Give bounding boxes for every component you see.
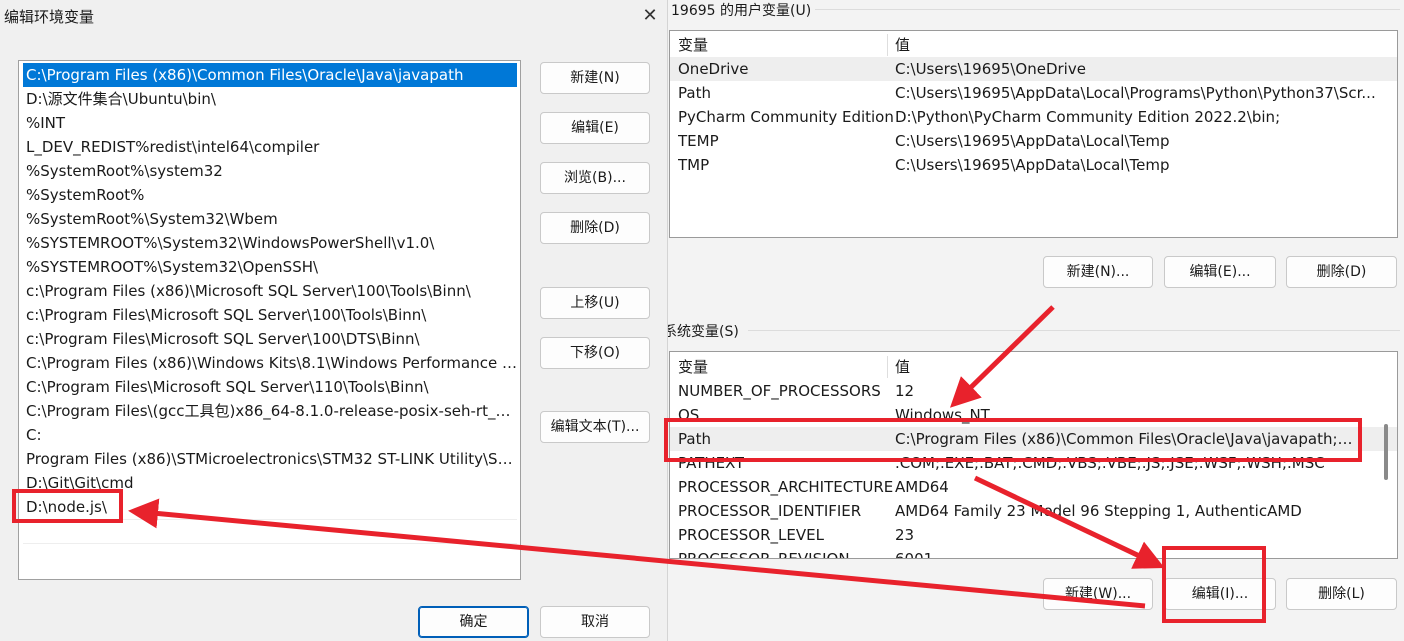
- close-icon[interactable]: ✕: [636, 2, 664, 30]
- system-vars-group-line: [748, 330, 1400, 331]
- col-value-header[interactable]: 值: [895, 355, 910, 379]
- list-item[interactable]: %SYSTEMROOT%\System32\OpenSSH\: [23, 255, 517, 279]
- delete-path-button[interactable]: 删除(D): [540, 212, 650, 244]
- col-name-header[interactable]: 变量: [678, 355, 708, 379]
- list-item[interactable]: %SYSTEMROOT%\System32\WindowsPowerShell\…: [23, 231, 517, 255]
- list-item[interactable]: c:\Program Files (x86)\Microsoft SQL Ser…: [23, 279, 517, 303]
- move-up-button[interactable]: 上移(U): [540, 287, 650, 319]
- list-item[interactable]: C:\Program Files (x86)\Common Files\Orac…: [23, 63, 517, 87]
- var-name: PROCESSOR_REVISION: [678, 550, 850, 559]
- system-vars-group-title: 系统变量(S): [663, 324, 739, 340]
- list-item[interactable]: C:: [23, 423, 517, 447]
- dialog-title: 编辑环境变量: [4, 8, 95, 26]
- table-row[interactable]: OneDrive C:\Users\19695\OneDrive: [670, 57, 1397, 81]
- var-value: AMD64: [895, 478, 949, 496]
- edit-text-button[interactable]: 编辑文本(T)...: [540, 411, 650, 443]
- col-name-header[interactable]: 变量: [678, 33, 708, 57]
- list-item[interactable]: Program Files (x86)\STMicroelectronics\S…: [23, 447, 517, 471]
- var-value: 6001: [895, 550, 934, 559]
- list-item[interactable]: %SystemRoot%\system32: [23, 159, 517, 183]
- edit-env-var-dialog: 编辑环境变量 ✕ C:\Program Files (x86)\Common F…: [0, 0, 668, 641]
- user-vars-group-title: 19695 的用户变量(U): [671, 3, 812, 19]
- list-item[interactable]: C:\Program Files (x86)\Windows Kits\8.1\…: [23, 351, 517, 375]
- list-item[interactable]: C:\Program Files\(gcc工具包)x86_64-8.1.0-re…: [23, 399, 517, 423]
- var-name: PROCESSOR_LEVEL: [678, 526, 824, 544]
- edit-button-highlight-box: [1162, 546, 1266, 623]
- list-item[interactable]: %SystemRoot%: [23, 183, 517, 207]
- system-new-button[interactable]: 新建(W)...: [1043, 578, 1153, 610]
- table-row[interactable]: TMP C:\Users\19695\AppData\Local\Temp: [670, 153, 1397, 177]
- table-row[interactable]: PROCESSOR_ARCHITECTURE AMD64: [670, 475, 1397, 499]
- column-divider[interactable]: [887, 356, 888, 378]
- ok-button[interactable]: 确定: [418, 606, 529, 638]
- browse-button[interactable]: 浏览(B)...: [540, 162, 650, 194]
- path-row-highlight-box: [664, 418, 1362, 462]
- table-row[interactable]: TEMP C:\Users\19695\AppData\Local\Temp: [670, 129, 1397, 153]
- system-delete-button[interactable]: 删除(L): [1286, 578, 1397, 610]
- var-value: C:\Users\19695\AppData\Local\Programs\Py…: [895, 84, 1376, 102]
- var-name: PROCESSOR_ARCHITECTURE: [678, 478, 894, 496]
- var-value: 23: [895, 526, 915, 544]
- table-header: 变量 值: [670, 33, 1397, 57]
- user-vars-table[interactable]: 变量 值 OneDrive C:\Users\19695\OneDrive Pa…: [669, 30, 1398, 238]
- var-name: NUMBER_OF_PROCESSORS: [678, 382, 881, 400]
- table-row[interactable]: PROCESSOR_IDENTIFIER AMD64 Family 23 Mod…: [670, 499, 1397, 523]
- var-value: AMD64 Family 23 Model 96 Stepping 1, Aut…: [895, 502, 1302, 520]
- var-value: 12: [895, 382, 915, 400]
- nodejs-path-highlight-box: [12, 489, 123, 523]
- var-name: TMP: [678, 156, 710, 174]
- col-value-header[interactable]: 值: [895, 33, 910, 57]
- table-row[interactable]: PROCESSOR_REVISION 6001: [670, 547, 1397, 559]
- new-path-button[interactable]: 新建(N): [540, 62, 650, 94]
- list-divider: [23, 543, 517, 544]
- scrollbar-thumb[interactable]: [1384, 424, 1388, 480]
- var-name: TEMP: [678, 132, 719, 150]
- var-name: Path: [678, 84, 711, 102]
- column-divider[interactable]: [887, 34, 888, 56]
- table-header: 变量 值: [670, 355, 1397, 379]
- var-name: PROCESSOR_IDENTIFIER: [678, 502, 862, 520]
- user-delete-button[interactable]: 删除(D): [1286, 256, 1397, 288]
- table-row[interactable]: PyCharm Community Edition D:\Python\PyCh…: [670, 105, 1397, 129]
- list-item[interactable]: L_DEV_REDIST%redist\intel64\compiler: [23, 135, 517, 159]
- table-row[interactable]: Path C:\Users\19695\AppData\Local\Progra…: [670, 81, 1397, 105]
- user-new-button[interactable]: 新建(N)...: [1043, 256, 1153, 288]
- var-value: C:\Users\19695\AppData\Local\Temp: [895, 132, 1170, 150]
- list-item[interactable]: c:\Program Files\Microsoft SQL Server\10…: [23, 327, 517, 351]
- var-name: PyCharm Community Edition: [678, 108, 894, 126]
- var-value: C:\Users\19695\AppData\Local\Temp: [895, 156, 1170, 174]
- move-down-button[interactable]: 下移(O): [540, 337, 650, 369]
- list-item[interactable]: D:\源文件集合\Ubuntu\bin\: [23, 87, 517, 111]
- var-name: OneDrive: [678, 60, 749, 78]
- table-row[interactable]: PROCESSOR_LEVEL 23: [670, 523, 1397, 547]
- edit-path-button[interactable]: 编辑(E): [540, 112, 650, 144]
- var-value: D:\Python\PyCharm Community Edition 2022…: [895, 108, 1281, 126]
- cancel-button[interactable]: 取消: [540, 606, 650, 638]
- table-row[interactable]: NUMBER_OF_PROCESSORS 12: [670, 379, 1397, 403]
- list-item[interactable]: c:\Program Files\Microsoft SQL Server\10…: [23, 303, 517, 327]
- var-value: C:\Users\19695\OneDrive: [895, 60, 1086, 78]
- list-item[interactable]: C:\Program Files\Microsoft SQL Server\11…: [23, 375, 517, 399]
- user-edit-button[interactable]: 编辑(E)...: [1164, 256, 1276, 288]
- user-vars-group-line: [815, 9, 1400, 10]
- list-item[interactable]: %SystemRoot%\System32\Wbem: [23, 207, 517, 231]
- list-item[interactable]: %INT: [23, 111, 517, 135]
